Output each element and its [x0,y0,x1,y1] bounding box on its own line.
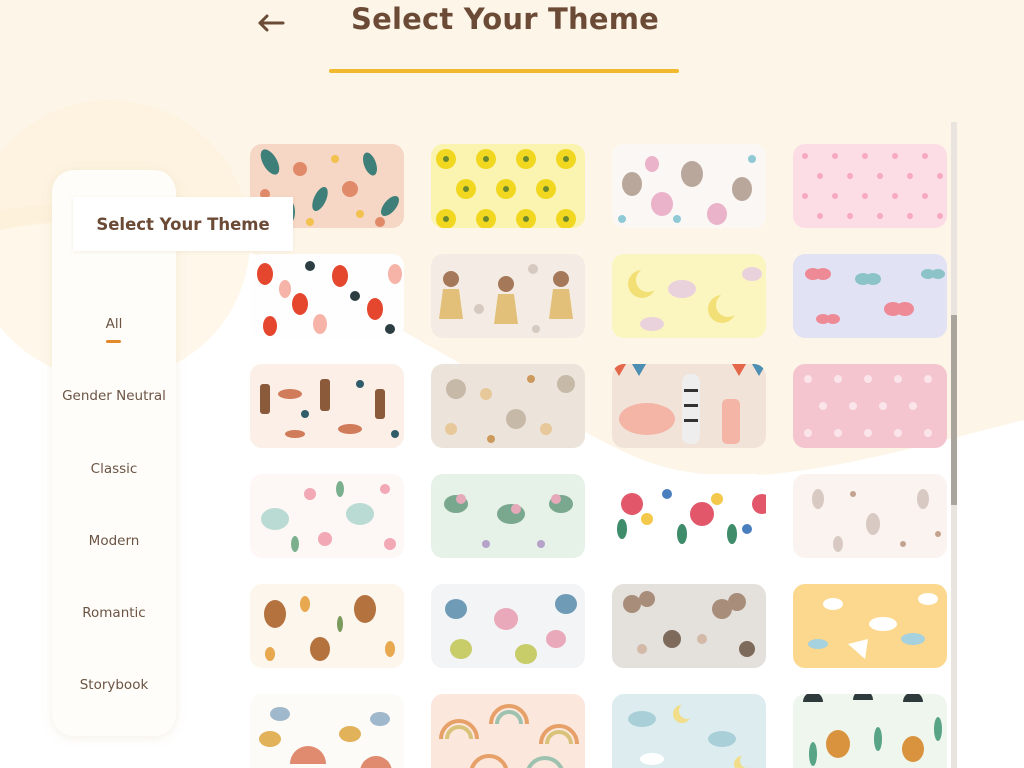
stork-clouds-icon [793,584,947,668]
moon-clouds-icon [612,694,766,768]
theme-tile[interactable] [250,584,404,668]
theme-tile[interactable] [612,364,766,448]
fairy-girls-pattern-icon [431,254,585,338]
theme-tile[interactable] [431,144,585,228]
jungle-animals-icon [793,694,947,768]
sunflower-pattern-icon [431,144,585,228]
theme-tile[interactable] [793,584,947,668]
butterfly-pattern-icon [793,254,947,338]
yellow-moon-pattern-icon [612,254,766,338]
pink-star-pattern-icon [793,144,947,228]
balloon-bear-icon [612,584,766,668]
filter-romantic[interactable]: Romantic [52,605,176,621]
sidebar-heading: Select Your Theme [73,197,293,251]
theme-tile[interactable] [250,694,404,768]
elephant-pattern-icon [431,584,585,668]
theme-tile[interactable] [793,474,947,558]
filter-all[interactable]: All [52,316,176,332]
theme-tile[interactable] [612,694,766,768]
active-filter-indicator [106,340,121,343]
safari-animals-icon [612,364,766,448]
bunny-pattern-icon [793,474,947,558]
theme-tile[interactable] [612,584,766,668]
bear-pattern-icon [250,584,404,668]
theme-tile[interactable] [793,694,947,768]
green-floral-icon [431,474,585,558]
sidebar-heading-label: Select Your Theme [96,214,270,234]
strawberry-pattern-icon [250,254,404,338]
theme-tile[interactable] [250,364,404,448]
filter-classic[interactable]: Classic [52,461,176,477]
theme-tile[interactable] [431,364,585,448]
unicorn-pattern-icon [612,144,766,228]
theme-tile[interactable] [793,254,947,338]
title-underline [329,69,679,73]
theme-tile[interactable] [793,144,947,228]
theme-tile[interactable] [250,254,404,338]
theme-tile[interactable] [431,474,585,558]
page-header: Select Your Theme [0,0,1024,90]
back-button[interactable] [256,10,286,36]
cowboy-pattern-icon [250,364,404,448]
theme-tile[interactable] [793,364,947,448]
filter-modern[interactable]: Modern [52,533,176,549]
filter-gender-neutral[interactable]: Gender Neutral [52,388,176,404]
rainbow-pattern-icon [431,694,585,768]
theme-tile[interactable] [250,474,404,558]
filter-sidebar [52,170,176,736]
theme-tile[interactable] [431,584,585,668]
theme-tile[interactable] [612,474,766,558]
theme-tile[interactable] [612,254,766,338]
theme-tile[interactable] [431,254,585,338]
turtle-rainbow-icon [250,694,404,768]
theme-grid [240,122,956,768]
theme-tile[interactable] [612,144,766,228]
arrow-left-icon [258,14,285,32]
theme-tile[interactable] [431,694,585,768]
grid-scrollbar-thumb[interactable] [951,315,957,505]
filter-storybook[interactable]: Storybook [52,677,176,693]
sun-moon-pattern-icon [431,364,585,448]
page-title: Select Your Theme [351,2,659,36]
teapot-floral-icon [250,474,404,558]
pink-hearts-pattern-icon [793,364,947,448]
rose-bouquet-icon [612,474,766,558]
